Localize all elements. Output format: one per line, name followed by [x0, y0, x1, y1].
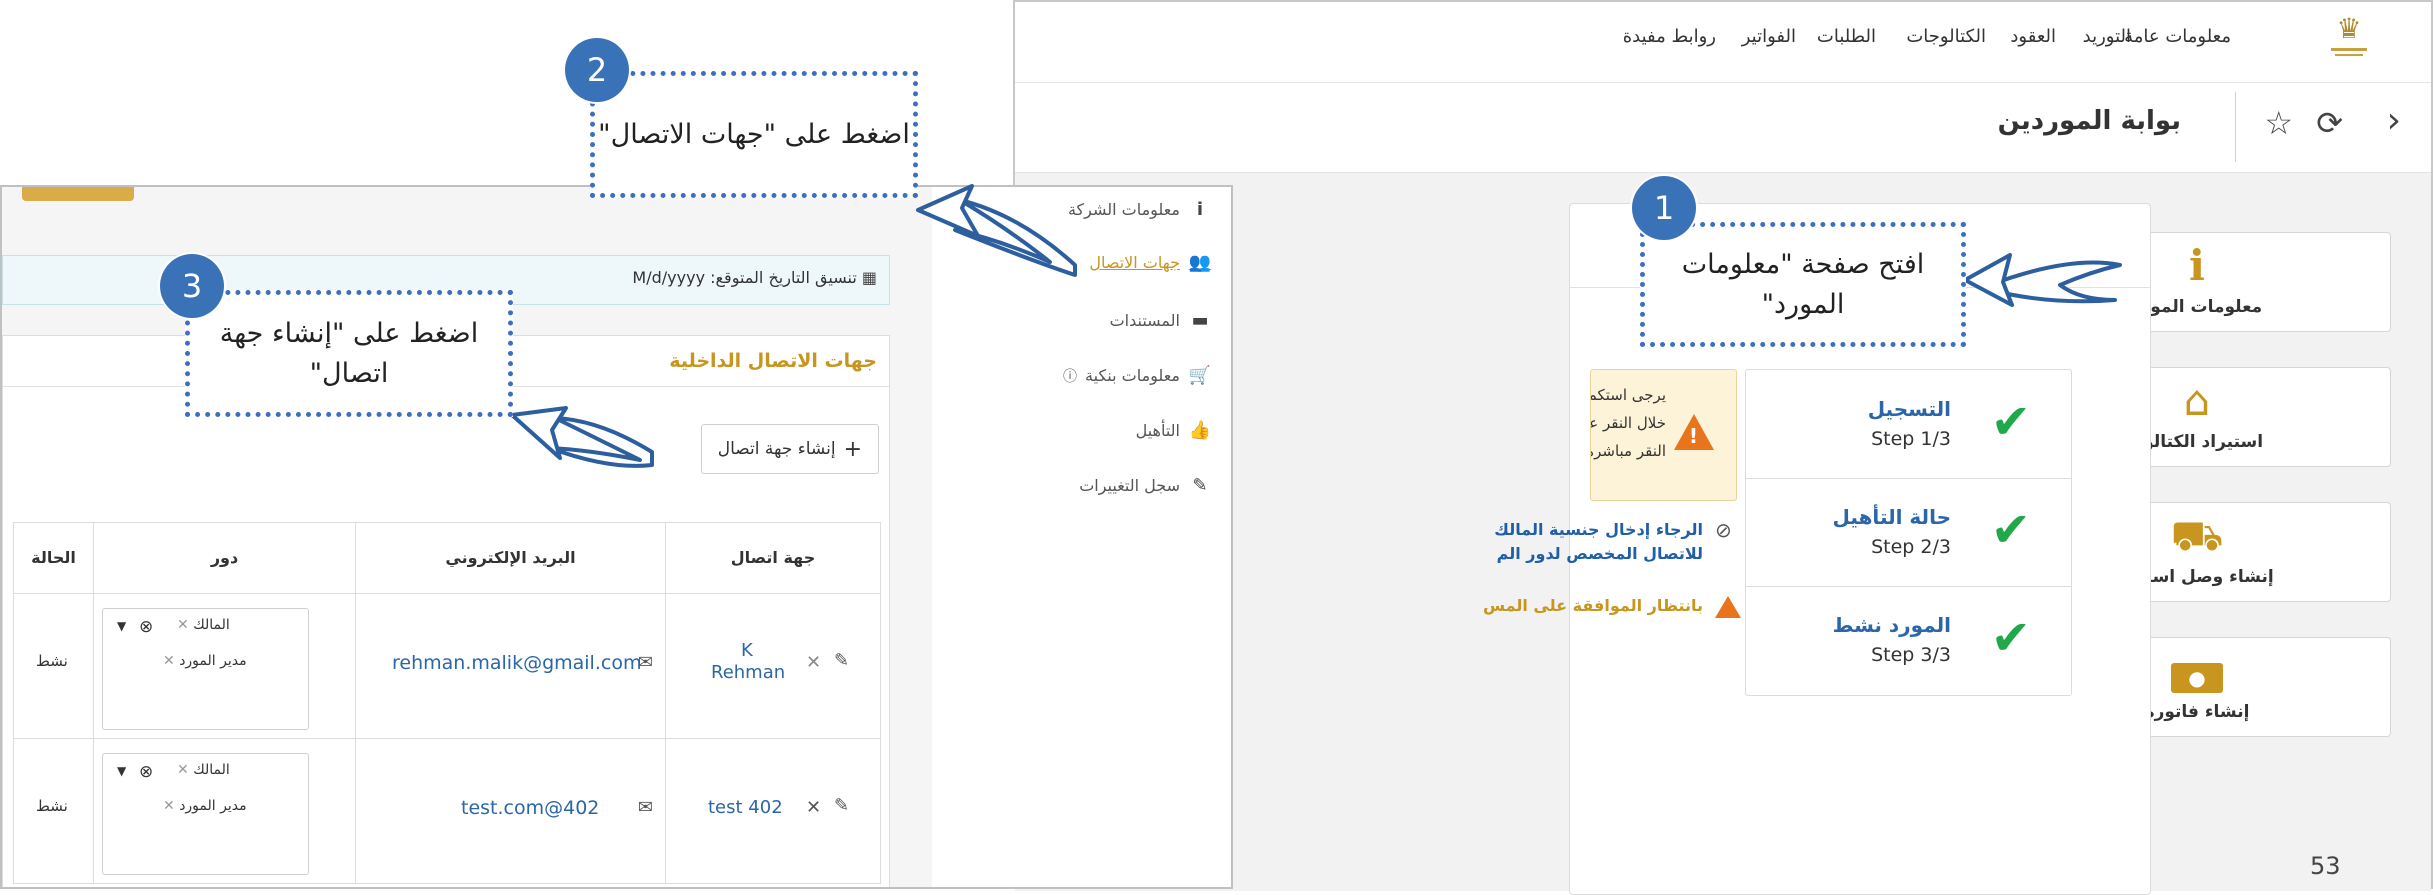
arrow-3-head — [510, 406, 568, 460]
step-badge-3: 3 — [160, 254, 224, 318]
arrow-3 — [548, 416, 654, 468]
arrow-2 — [953, 198, 1077, 277]
callout-step-3: اضغط على "إنشاء جهة اتصال" — [185, 290, 513, 417]
step-badge-1: 1 — [1632, 176, 1696, 240]
arrow-1-head — [1963, 253, 2014, 307]
callout-text: افتح صفحة "معلومات المورد" — [1681, 248, 1925, 320]
annotation-arrows — [510, 184, 2122, 468]
step-badge-2: 2 — [565, 38, 629, 102]
callout-step-1: افتح صفحة "معلومات المورد" — [1640, 222, 1966, 347]
callout-text: اضغط على "جهات الاتصال" — [598, 118, 910, 150]
arrow-2-head — [916, 184, 980, 238]
callout-text: اضغط على "إنشاء جهة اتصال" — [219, 317, 479, 389]
callout-step-2: اضغط على "جهات الاتصال" — [590, 71, 918, 198]
